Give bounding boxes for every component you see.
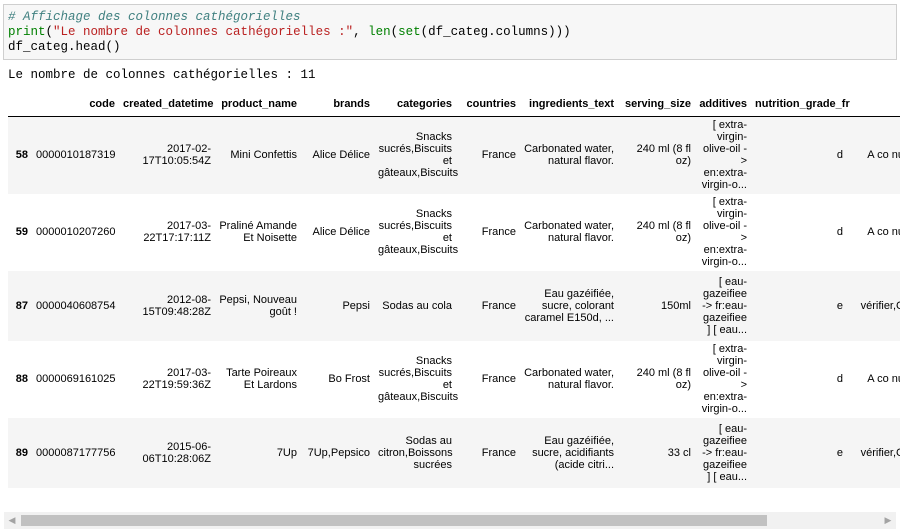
cell-countries: France <box>481 149 516 162</box>
cell-serving-size: 33 cl <box>667 446 691 459</box>
cell-product-name: Tarte Poireaux Et Lardons <box>226 367 297 391</box>
row-index: 87 <box>15 299 28 312</box>
dataframe-table: code created_datetime product_name brand… <box>8 92 900 488</box>
cell-serving-size: 150ml <box>661 299 691 312</box>
cell-categories: Sodas au cola <box>382 299 452 312</box>
cell-cut-off: A co nu <box>867 226 900 238</box>
cell-created-datetime: 2015-06-06T10:28:06Z <box>142 440 212 465</box>
cell-ingredients-text: Eau gazéifiée, sucre, acidifiants (acide… <box>532 434 614 471</box>
cell-cut-off: A co nu <box>867 373 900 385</box>
cell-countries: France <box>481 226 516 238</box>
code-head-call: df_categ.head() <box>8 40 121 54</box>
cell-additives: [ extra-virgin-olive-oil -> en:extra-vir… <box>701 196 747 268</box>
cell-nutrition-grade: d <box>836 226 843 238</box>
table-row: 88 0000069161025 2017-03-22T19:59:36Z Ta… <box>8 341 900 418</box>
cell-ingredients-text: Carbonated water, natural flavor. <box>524 220 614 244</box>
code-paren-2: ( <box>390 25 399 39</box>
cell-brands: Alice Délice <box>312 149 370 162</box>
column-header-cut <box>847 92 900 117</box>
column-header: nutrition_grade_fr <box>751 92 850 117</box>
cell-code: 0000010187319 <box>36 149 116 162</box>
cell-categories: Snacks sucrés,Biscuits et gâteaux,Biscui… <box>378 355 459 403</box>
cell-nutrition-grade: e <box>836 299 843 312</box>
cell-product-name: Pepsi, Nouveau goût ! <box>219 293 297 318</box>
table-header-row: code created_datetime product_name brand… <box>8 92 900 117</box>
column-header: categories <box>374 92 456 117</box>
cell-created-datetime: 2017-02-17T10:05:54Z <box>142 143 212 168</box>
cell-code: 0000010207260 <box>36 226 116 238</box>
cell-brands: 7Up,Pepsico <box>307 446 370 459</box>
cell-brands: Alice Délice <box>312 226 370 238</box>
cell-nutrition-grade: d <box>836 149 843 162</box>
column-header: created_datetime <box>119 92 215 117</box>
scroll-left-arrow-icon[interactable]: ◀ <box>4 512 20 529</box>
cell-created-datetime: 2012-08-15T09:48:28Z <box>142 293 212 318</box>
cell-code: 0000069161025 <box>36 373 116 385</box>
code-cell-input[interactable]: # Affichage des colonnes cathégorielles … <box>3 4 897 60</box>
code-paren: ( <box>45 25 54 39</box>
cell-categories: Snacks sucrés,Biscuits et gâteaux,Biscui… <box>378 131 459 180</box>
row-index: 59 <box>15 226 28 238</box>
cell-brands: Bo Frost <box>328 373 370 385</box>
scroll-right-arrow-icon[interactable]: ▶ <box>880 512 896 529</box>
cell-ingredients-text: Eau gazéifiée, sucre, colorant caramel E… <box>524 287 614 324</box>
code-print-keyword: print <box>8 25 46 39</box>
code-separator: , <box>353 25 369 39</box>
dataframe-output: code created_datetime product_name brand… <box>8 92 900 508</box>
row-index: 88 <box>15 373 28 385</box>
code-len-builtin: len <box>368 25 391 39</box>
cell-additives: [ eau-gazeifiee -> fr:eau-gazeifiee ] [ … <box>702 422 747 483</box>
cell-ingredients-text: Carbonated water, natural flavor. <box>524 143 614 168</box>
cell-additives: [ extra-virgin-olive-oil -> en:extra-vir… <box>701 119 747 192</box>
cell-product-name: 7Up <box>276 446 297 459</box>
cell-categories: Sodas au citron,Boissons sucrées <box>378 434 453 471</box>
code-args: (df_categ.columns))) <box>420 25 571 39</box>
horizontal-scrollbar[interactable]: ◀ ▶ <box>4 512 896 529</box>
cell-nutrition-grade: d <box>836 373 843 385</box>
cell-serving-size: 240 ml (8 fl oz) <box>636 220 691 244</box>
table-row: 89 0000087177756 2015-06-06T10:28:06Z 7U… <box>8 417 900 488</box>
cell-cut-off: vérifier,C <box>860 446 900 459</box>
cell-countries: France <box>481 373 516 385</box>
code-comment: # Affichage des colonnes cathégorielles <box>8 10 301 24</box>
row-index: 89 <box>15 446 28 459</box>
cell-code: 0000087177756 <box>36 446 116 459</box>
cell-created-datetime: 2017-03-22T17:17:11Z <box>143 220 211 244</box>
stdout-output: Le nombre de colonnes cathégorielles : 1… <box>8 68 316 82</box>
cell-ingredients-text: Carbonated water, natural flavor. <box>524 367 614 391</box>
cell-code: 0000040608754 <box>36 299 116 312</box>
row-index: 58 <box>15 149 28 162</box>
code-string-literal: "Le nombre de colonnes cathégorielles :" <box>53 25 354 39</box>
column-header: brands <box>301 92 374 117</box>
cell-product-name: Mini Confettis <box>230 149 297 162</box>
column-header: product_name <box>215 92 301 117</box>
index-header <box>8 92 32 117</box>
column-header: serving_size <box>618 92 695 117</box>
cell-cut-off: A co nu <box>867 149 900 162</box>
table-row: 58 0000010187319 2017-02-17T10:05:54Z Mi… <box>8 116 900 194</box>
cell-categories: Snacks sucrés,Biscuits et gâteaux,Biscui… <box>378 208 459 256</box>
cell-created-datetime: 2017-03-22T19:59:36Z <box>142 367 212 391</box>
cell-countries: France <box>481 446 516 459</box>
column-header: countries <box>456 92 520 117</box>
column-header: additives <box>695 92 751 117</box>
code-set-builtin: set <box>398 25 421 39</box>
table-row: 87 0000040608754 2012-08-15T09:48:28Z Pe… <box>8 270 900 341</box>
cell-brands: Pepsi <box>342 299 370 312</box>
cell-additives: [ extra-virgin-olive-oil -> en:extra-vir… <box>701 343 747 415</box>
cell-product-name: Praliné Amande Et Noisette <box>219 220 297 244</box>
cell-countries: France <box>481 299 516 312</box>
cell-cut-off: vérifier,C <box>860 299 900 312</box>
cell-serving-size: 240 ml (8 fl oz) <box>636 367 691 391</box>
cell-nutrition-grade: e <box>836 446 843 459</box>
column-header: code <box>32 92 119 117</box>
table-row: 59 0000010207260 2017-03-22T17:17:11Z Pr… <box>8 194 900 271</box>
scrollbar-thumb[interactable] <box>21 515 767 526</box>
cell-serving-size: 240 ml (8 fl oz) <box>636 143 691 168</box>
cell-additives: [ eau-gazeifiee -> fr:eau-gazeifiee ] [ … <box>702 275 747 336</box>
column-header: ingredients_text <box>520 92 618 117</box>
